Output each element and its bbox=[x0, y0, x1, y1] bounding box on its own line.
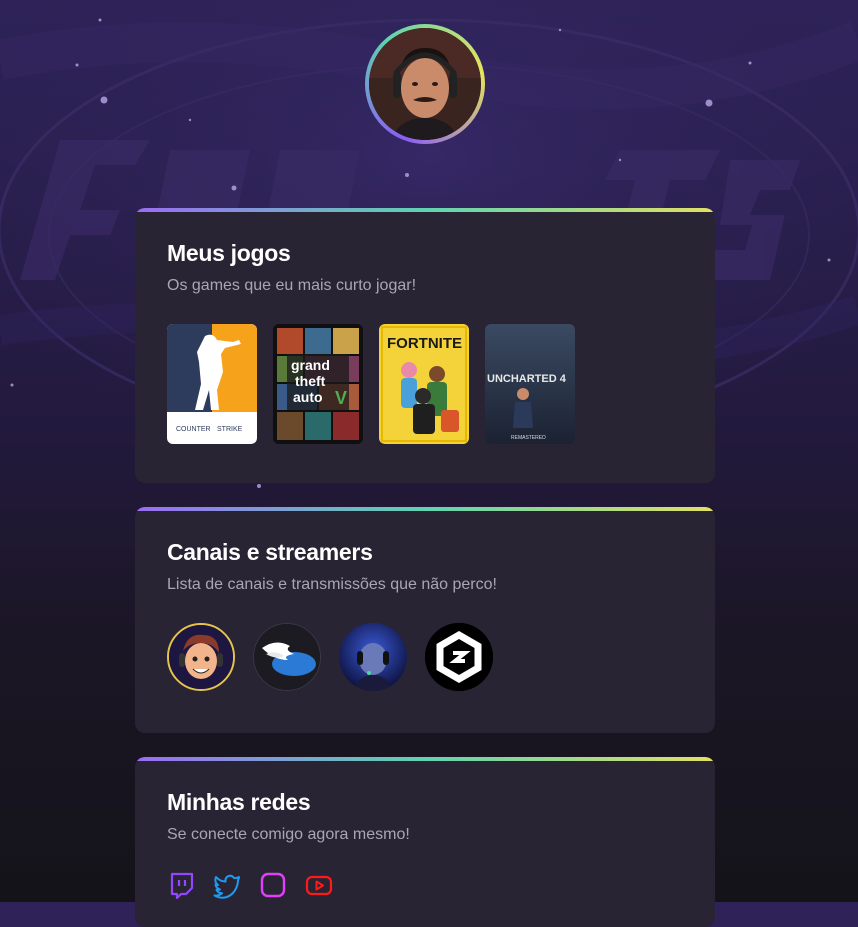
channel-wing-logo[interactable] bbox=[253, 623, 321, 691]
channels-title: Canais e streamers bbox=[167, 539, 373, 565]
socials-list bbox=[167, 871, 683, 899]
channels-card: Canais e streamers Lista de canais e tra… bbox=[135, 507, 715, 733]
svg-text:COUNTER: COUNTER bbox=[176, 426, 211, 433]
games-subtitle: Os games que eu mais curto jogar! bbox=[167, 277, 417, 294]
svg-text:grand: grand bbox=[291, 357, 330, 373]
channel-hexagon-logo[interactable] bbox=[425, 623, 493, 691]
profile-photo bbox=[369, 28, 481, 140]
socials-subtitle: Se conecte comigo agora mesmo! bbox=[167, 826, 410, 843]
channels-subtitle: Lista de canais e transmissões que não p… bbox=[167, 576, 497, 593]
game-uncharted-4[interactable]: UNCHARTED 4 REMASTERED bbox=[485, 324, 575, 444]
games-card: Meus jogos Os games que eu mais curto jo… bbox=[135, 208, 715, 483]
game-fortnite[interactable]: FORTNITE bbox=[379, 324, 469, 444]
svg-text:V: V bbox=[335, 388, 347, 408]
svg-text:UNCHARTED 4: UNCHARTED 4 bbox=[487, 373, 567, 385]
svg-text:REMASTERED: REMASTERED bbox=[511, 435, 546, 441]
channel-cartoon-streamer[interactable] bbox=[167, 623, 235, 691]
games-title: Meus jogos bbox=[167, 240, 291, 266]
svg-text:theft: theft bbox=[295, 373, 326, 389]
game-gta-v[interactable]: grand theft auto V bbox=[273, 324, 363, 444]
channel-blue-streamer[interactable] bbox=[339, 623, 407, 691]
twitter-icon[interactable] bbox=[213, 871, 241, 899]
profile-avatar bbox=[365, 24, 485, 144]
socials-title: Minhas redes bbox=[167, 789, 311, 815]
games-list: COUNTER STRIKE grand theft auto V FORTNI… bbox=[167, 324, 683, 444]
twitch-icon[interactable] bbox=[167, 871, 195, 899]
svg-text:auto: auto bbox=[293, 389, 323, 405]
channels-list bbox=[167, 623, 683, 691]
svg-text:FORTNITE: FORTNITE bbox=[387, 335, 462, 352]
svg-text:STRIKE: STRIKE bbox=[217, 426, 243, 433]
instagram-icon[interactable] bbox=[259, 871, 287, 899]
game-counter-strike[interactable]: COUNTER STRIKE bbox=[167, 324, 257, 444]
youtube-icon[interactable] bbox=[305, 871, 333, 899]
